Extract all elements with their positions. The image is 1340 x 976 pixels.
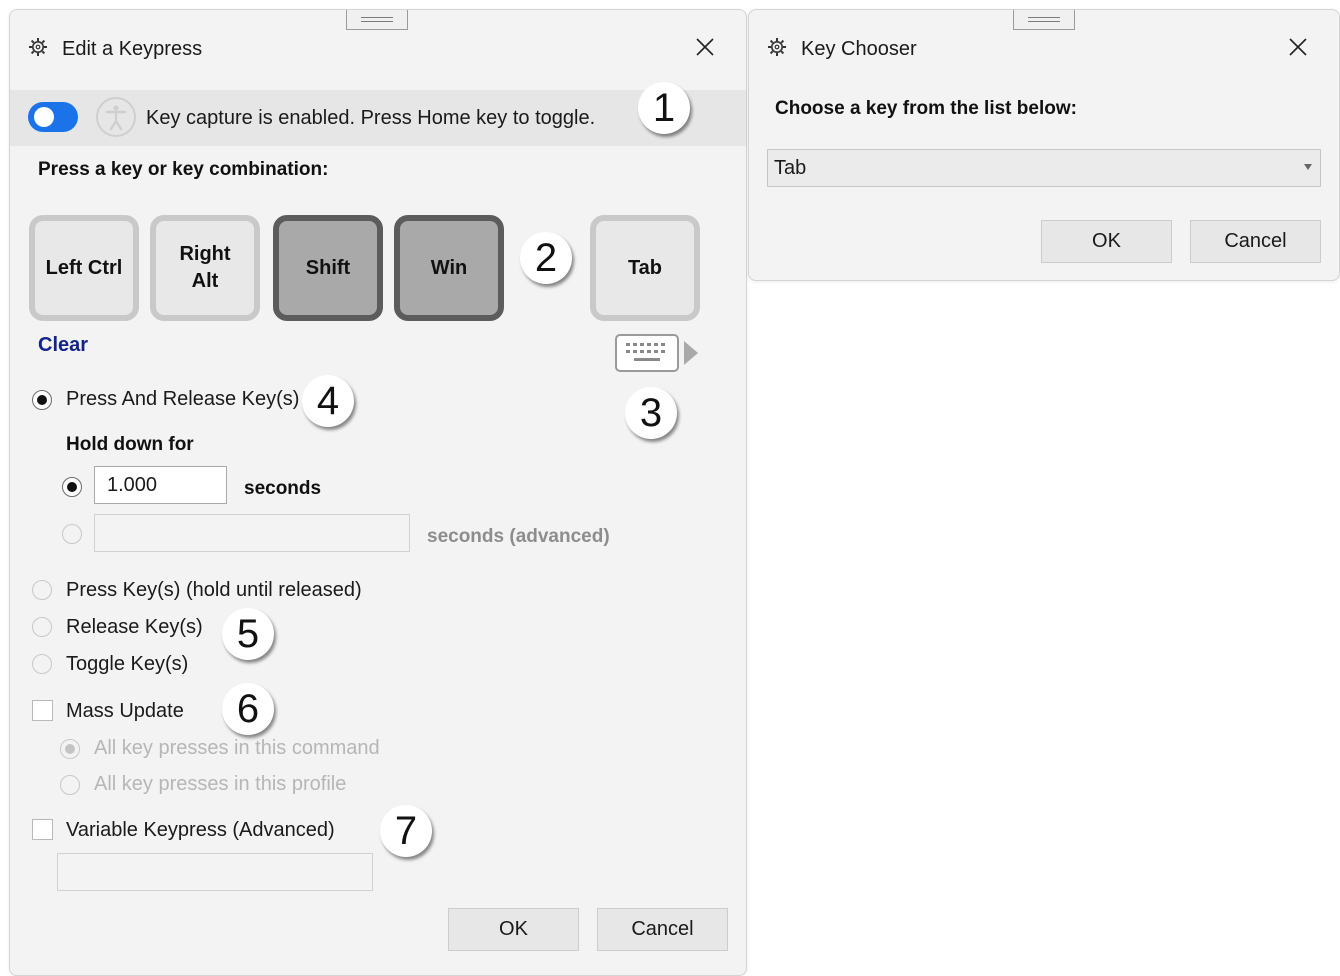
mass-profile-label: All key presses in this profile: [94, 773, 347, 795]
cancel-button[interactable]: Cancel: [1190, 220, 1321, 263]
keyboard-chooser-icon[interactable]: [614, 332, 700, 376]
ok-button[interactable]: OK: [1041, 220, 1172, 263]
callout-badge: 2: [520, 232, 572, 284]
key-label: Left Ctrl: [45, 256, 123, 279]
key-label: Win: [430, 256, 468, 279]
key-capture-status-text: Key capture is enabled. Press Home key t…: [146, 107, 596, 129]
key-label: Tab: [627, 256, 663, 279]
close-icon[interactable]: [693, 35, 717, 59]
edit-keypress-window: Edit a Keypress Key capture is enabled. …: [9, 9, 747, 976]
variable-keypress-input[interactable]: [57, 853, 373, 891]
accessibility-icon[interactable]: [96, 97, 136, 137]
press-hold-label: Press Key(s) (hold until released): [66, 579, 362, 601]
mass-command-radio[interactable]: [60, 739, 80, 759]
press-prompt-heading: Press a key or key combination:: [38, 159, 329, 180]
key-label: Right Alt: [179, 243, 231, 292]
title-bar[interactable]: Key Chooser: [749, 10, 1339, 66]
hold-seconds-input[interactable]: 1.000: [94, 466, 227, 504]
key-win[interactable]: Win: [394, 215, 504, 321]
callout-badge: 7: [380, 805, 432, 857]
callout-badge: 4: [302, 375, 354, 427]
variable-keypress-label: Variable Keypress (Advanced): [66, 819, 335, 841]
key-chooser-window: Key Chooser Choose a key from the list b…: [748, 9, 1340, 281]
press-release-radio[interactable]: [32, 390, 52, 410]
mass-update-label: Mass Update: [66, 700, 184, 722]
key-capture-bar: Key capture is enabled. Press Home key t…: [10, 90, 746, 146]
chevron-down-icon: [1304, 164, 1312, 170]
window-title: Key Chooser: [801, 38, 917, 60]
callout-badge: 6: [222, 683, 274, 735]
variable-keypress-checkbox[interactable]: [32, 819, 53, 840]
ok-button[interactable]: OK: [448, 908, 579, 951]
key-right-alt[interactable]: Right Alt: [150, 215, 260, 321]
callout-badge: 1: [638, 82, 690, 134]
hold-down-heading: Hold down for: [66, 434, 194, 455]
window-title: Edit a Keypress: [62, 38, 203, 60]
title-bar[interactable]: Edit a Keypress: [10, 10, 746, 66]
key-shift[interactable]: Shift: [273, 215, 383, 321]
key-capture-toggle[interactable]: [28, 102, 78, 132]
callout-badge: 5: [222, 608, 274, 660]
key-label: Shift: [305, 256, 351, 279]
callout-badge: 3: [625, 387, 677, 439]
chooser-prompt: Choose a key from the list below:: [775, 98, 1077, 119]
mass-command-label: All key presses in this command: [94, 737, 380, 759]
key-left-ctrl[interactable]: Left Ctrl: [29, 215, 139, 321]
gear-icon: [768, 38, 786, 56]
toggle-keys-label: Toggle Key(s): [66, 653, 189, 675]
seconds-label: seconds: [244, 478, 322, 499]
drag-grip-icon[interactable]: [1013, 10, 1075, 30]
gear-icon: [29, 38, 47, 56]
selected-key-value: Tab: [774, 157, 807, 179]
hold-advanced-radio[interactable]: [62, 524, 82, 544]
release-label: Release Key(s): [66, 616, 203, 638]
press-release-label: Press And Release Key(s): [66, 388, 300, 410]
key-select-dropdown[interactable]: Tab: [767, 149, 1321, 187]
drag-grip-icon[interactable]: [346, 10, 408, 30]
seconds-advanced-label: seconds (advanced): [427, 526, 610, 547]
key-tab[interactable]: Tab: [590, 215, 700, 321]
mass-update-checkbox[interactable]: [32, 700, 53, 721]
close-icon[interactable]: [1286, 35, 1310, 59]
release-radio[interactable]: [32, 617, 52, 637]
hold-seconds-radio[interactable]: [62, 477, 82, 497]
cancel-button[interactable]: Cancel: [597, 908, 728, 951]
hold-advanced-input[interactable]: [94, 514, 410, 552]
mass-profile-radio[interactable]: [60, 775, 80, 795]
toggle-keys-radio[interactable]: [32, 654, 52, 674]
clear-link[interactable]: Clear: [38, 334, 88, 357]
press-hold-radio[interactable]: [32, 580, 52, 600]
